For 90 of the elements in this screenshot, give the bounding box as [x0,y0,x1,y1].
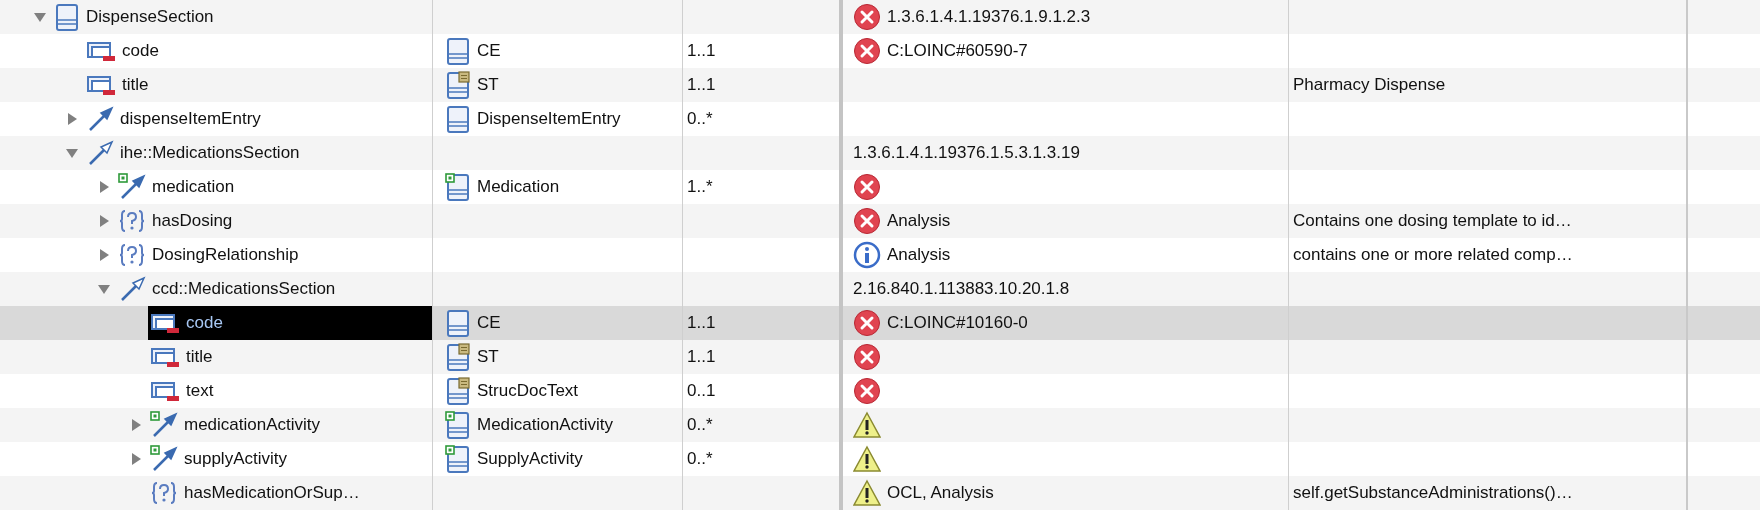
arrow-icon [118,173,146,201]
multiplicity: 1..1 [687,313,716,333]
tree-node-label[interactable]: title [122,75,149,95]
type-name: DispenseItemEntry [477,109,621,129]
error-icon [853,37,881,65]
document-icon [445,445,471,473]
table-row[interactable]: code CE 1..1 C:LOINC#10160-0 [0,306,1760,340]
tree-node-label[interactable]: code [186,313,223,333]
description-text: Contains one dosing template to id… [1293,211,1572,231]
warning-icon [853,479,881,507]
document-icon [445,71,471,99]
type-name: MedicationActivity [477,415,614,435]
tree-node-label[interactable]: medicationActivity [184,415,321,435]
tree-node-label[interactable]: dispenseItemEntry [120,109,261,129]
type-name: CE [477,313,501,333]
multiplicity: 0..* [687,109,713,129]
disclosure-triangle[interactable] [33,10,47,24]
status-text: 2.16.840.1.113883.10.20.1.8 [853,279,1070,299]
disclosure-triangle[interactable] [97,282,111,296]
document-icon [445,173,471,201]
class-icon [54,3,80,31]
multiplicity: 1..1 [687,347,716,367]
table-row[interactable]: title ST 1..1 [0,340,1760,374]
disclosure-triangle[interactable] [97,180,111,194]
status-text: Analysis [887,211,951,231]
disclosure-triangle[interactable] [65,112,79,126]
info-icon [853,241,881,269]
table-row[interactable]: ccd::MedicationsSection 2.16.840.1.113883.10.20.1.8 [0,272,1760,306]
table-row[interactable]: hasMedicationOrSup… OCL, Analysis self.getSubstanceAdministrations()… [0,476,1760,510]
status-text: Analysis [887,245,951,265]
document-icon [445,411,471,439]
table-row[interactable]: DispenseSection 1.3.6.1.4.1.19376.1.9.1.2.3 [0,0,1760,34]
tree-node-label[interactable]: DispenseSection [86,7,214,27]
document-icon [445,377,471,405]
type-name: Medication [477,177,560,197]
arrow-icon [150,411,178,439]
tree-node-label[interactable]: ccd::MedicationsSection [152,279,336,299]
type-name: SupplyActivity [477,449,583,469]
tree-node-label[interactable]: code [122,41,159,61]
disclosure-triangle[interactable] [129,452,143,466]
type-name: StrucDocText [477,381,579,401]
constraint-icon [118,207,146,235]
multiplicity: 0..* [687,415,713,435]
warning-icon [853,411,881,439]
multiplicity: 1..1 [687,75,716,95]
document-icon [445,105,471,133]
tree-node-label[interactable]: supplyActivity [184,449,287,469]
description-text: Pharmacy Dispense [1293,75,1446,95]
error-icon [853,377,881,405]
table-row[interactable]: title ST 1..1 Pharmacy Dispense [0,68,1760,102]
tree-node-label[interactable]: ihe::MedicationsSection [120,143,300,163]
tree-node-label[interactable]: text [186,381,214,401]
table-row[interactable]: ihe::MedicationsSection 1.3.6.1.4.1.19376.1.5.3.1.3.19 [0,136,1760,170]
table-row[interactable]: medicationActivity MedicationActivity 0..* [0,408,1760,442]
constraint-icon [150,479,178,507]
disclosure-triangle[interactable] [97,214,111,228]
disclosure-triangle[interactable] [97,248,111,262]
document-icon [445,343,471,371]
error-icon [853,207,881,235]
description-text: contains one or more related comp… [1293,245,1573,265]
multiplicity: 1..* [687,177,713,197]
status-text: C:LOINC#60590-7 [887,41,1028,61]
multiplicity: 1..1 [687,41,716,61]
tree-node-label[interactable]: DosingRelationship [152,245,299,265]
tree-node-label[interactable]: title [186,347,213,367]
disclosure-triangle[interactable] [129,418,143,432]
document-icon [445,37,471,65]
document-icon [445,309,471,337]
type-name: CE [477,41,501,61]
error-icon [853,3,881,31]
constraint-icon [118,241,146,269]
warning-icon [853,445,881,473]
multiplicity: 0..* [687,449,713,469]
error-icon [853,309,881,337]
multiplicity: 0..1 [687,381,716,401]
status-text: OCL, Analysis [887,483,994,503]
arrow-icon [150,445,178,473]
status-text: C:LOINC#10160-0 [887,313,1028,333]
tree-node-label[interactable]: medication [152,177,235,197]
status-text: 1.3.6.1.4.1.19376.1.9.1.2.3 [887,7,1091,27]
type-name: ST [477,347,499,367]
description-text: self.getSubstanceAdministrations()… [1293,483,1573,503]
table-row[interactable]: hasDosing Analysis Contains one dosing template to id… [0,204,1760,238]
status-text: 1.3.6.1.4.1.19376.1.5.3.1.3.19 [853,143,1080,163]
error-icon [853,343,881,371]
tree-node-label[interactable]: hasMedicationOrSup… [184,483,360,503]
type-name: ST [477,75,499,95]
tree-node-label[interactable]: hasDosing [152,211,233,231]
error-icon [853,173,881,201]
disclosure-triangle[interactable] [65,146,79,160]
